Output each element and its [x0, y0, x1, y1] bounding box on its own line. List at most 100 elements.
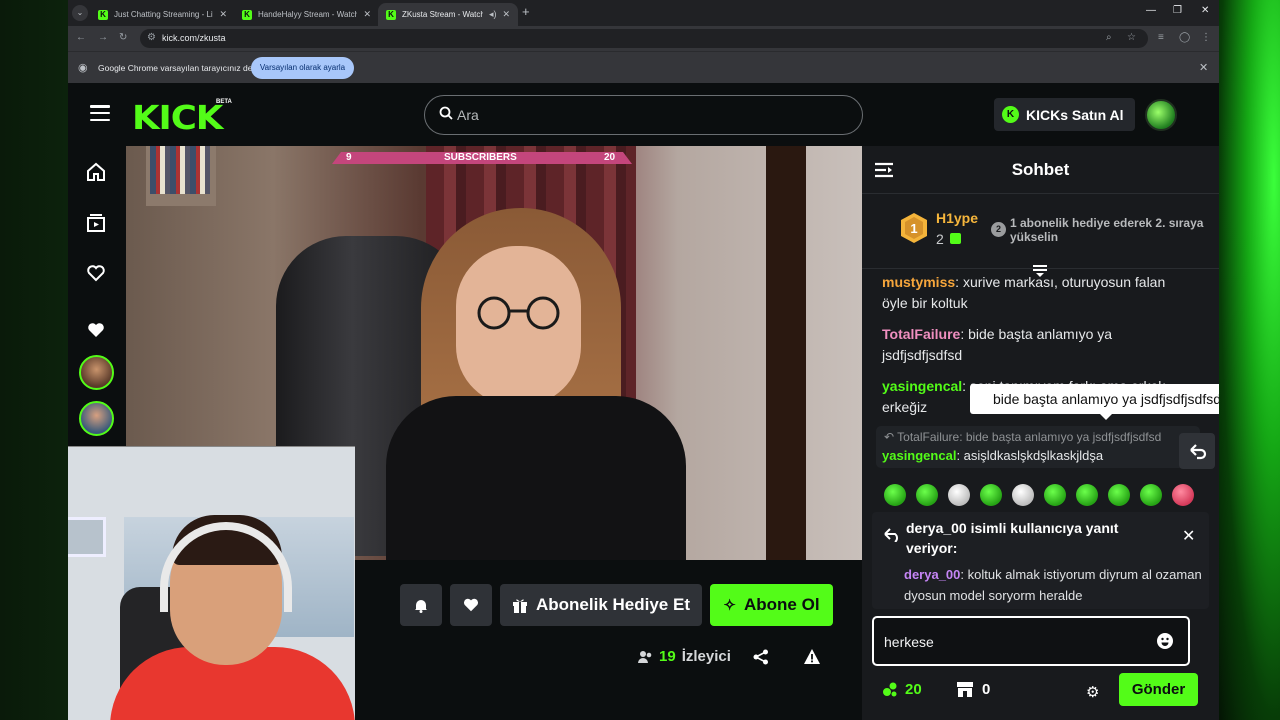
beta-badge: BETA [216, 99, 232, 105]
reply-reference-text: TotalFailure: bide başta anlamıyo ya jsd… [897, 430, 1162, 444]
gift-sub-button[interactable]: Abonelik Hediye Et [500, 584, 702, 626]
report-warning-icon[interactable] [803, 648, 821, 665]
webcam-window [68, 517, 106, 557]
site-info-icon[interactable]: ⚙ [147, 32, 156, 43]
follow-button[interactable] [450, 584, 492, 626]
kick-favicon-icon: K [242, 9, 252, 20]
zoom-icon[interactable]: ⌕ [1106, 32, 1112, 43]
sub-goal-current: 9 [346, 152, 352, 163]
search-bar[interactable] [424, 95, 863, 135]
channel-points[interactable]: 20 [882, 681, 922, 698]
forward-icon[interactable]: → [98, 32, 108, 43]
back-icon[interactable]: ← [76, 32, 86, 43]
search-icon [439, 106, 453, 120]
heart-icon [464, 598, 478, 612]
audio-icon[interactable]: ◂) [489, 9, 497, 20]
rank-two-badge: 2 [991, 222, 1006, 237]
send-button[interactable]: Gönder [1119, 673, 1198, 706]
emote-icon[interactable] [1076, 484, 1098, 506]
chat-username[interactable]: TotalFailure [882, 326, 960, 342]
replying-to-text: derya_00 isimli kullanıcıya yanıt veriyo… [906, 520, 1119, 556]
browse-icon[interactable] [86, 213, 106, 233]
tab-handehalyy[interactable]: K HandeHalyy Stream - Watch Li ✕ [234, 3, 379, 26]
url-field[interactable]: ⚙ kick.com/zkusta ⌕ ☆ [140, 29, 1148, 48]
leader-gift-count: 2 [936, 231, 944, 247]
close-tab-icon[interactable]: ✕ [502, 9, 510, 20]
emote-icon[interactable] [916, 484, 938, 506]
notification-bell-button[interactable] [400, 584, 442, 626]
reply-action-button[interactable] [1179, 433, 1215, 469]
channel-shop[interactable]: 0 [956, 681, 990, 698]
leader-username[interactable]: H1ype [936, 210, 978, 226]
bell-icon [415, 599, 427, 613]
search-input[interactable] [457, 103, 847, 127]
close-reply-icon[interactable]: ✕ [1182, 526, 1195, 546]
share-icon[interactable] [753, 649, 769, 665]
points-count: 20 [905, 681, 922, 698]
tab-zkusta[interactable]: K ZKusta Stream - Watch Live ◂) ✕ [378, 3, 518, 26]
infobar-text: Google Chrome varsayılan tarayıcınız değ… [98, 63, 261, 73]
reload-icon[interactable]: ↻ [119, 32, 127, 43]
chrome-icon: ◉ [78, 62, 88, 74]
chat-message[interactable]: mustymiss: xurive markası, oturuyosun fa… [882, 272, 1192, 314]
reply-message[interactable]: ↶ TotalFailure: bide başta anlamıyo ya j… [876, 426, 1200, 468]
tab-just-chatting[interactable]: K Just Chatting Streaming - Live ✕ [90, 3, 235, 26]
reply-message-body: yasingencal: asişldkaslşkdşlkaskjldşa [882, 448, 1104, 463]
emote-icon[interactable] [1108, 484, 1130, 506]
emote-icon[interactable] [1140, 484, 1162, 506]
profile-icon[interactable]: ◯ [1179, 32, 1190, 43]
close-tab-icon[interactable]: ✕ [363, 9, 371, 20]
restore-icon[interactable]: ❐ [1173, 5, 1182, 16]
kick-favicon-icon: K [98, 9, 108, 20]
set-default-button[interactable]: Varsayılan olarak ayarla [251, 57, 354, 79]
chat-username[interactable]: yasingencal [882, 378, 962, 394]
home-icon[interactable] [86, 162, 106, 182]
chat-settings-gear-icon[interactable]: ⚙ [1086, 683, 1099, 701]
close-infobar-icon[interactable]: ✕ [1199, 61, 1208, 74]
emote-icon[interactable] [884, 484, 906, 506]
emote-icon[interactable] [980, 484, 1002, 506]
webcam-overlay [68, 446, 355, 720]
chat-input-box[interactable] [872, 616, 1190, 666]
subscribe-label: Abone Ol [744, 595, 820, 614]
followed-heart-icon [88, 323, 104, 337]
emoji-picker-icon[interactable] [1157, 633, 1173, 649]
sparkle-icon: ✧ [723, 597, 736, 614]
user-avatar[interactable] [1145, 99, 1177, 131]
tab-title: Just Chatting Streaming - Live [114, 10, 214, 19]
subscribe-button[interactable]: ✧ Abone Ol [710, 584, 833, 626]
minimize-icon[interactable]: — [1146, 5, 1156, 16]
tab-title: ZKusta Stream - Watch Live [402, 10, 483, 19]
emote-icon[interactable] [1044, 484, 1066, 506]
kick-favicon-icon: K [386, 9, 396, 20]
tab-search-icon[interactable]: ⌄ [72, 5, 88, 21]
kick-logo[interactable]: KICK [132, 98, 223, 137]
reply-target-username[interactable]: derya_00 [904, 567, 960, 582]
reply-icon [884, 528, 898, 542]
gift-leaderboard: 1 H1ype 2 2 1 abonelik hediye ederek 2. … [862, 193, 1219, 269]
chat-message[interactable]: TotalFailure: bide başta anlamıyo ya jsd… [882, 324, 1192, 366]
chat-username[interactable]: mustymiss [882, 274, 955, 290]
emote-icon[interactable] [1172, 484, 1194, 506]
tab-strip: ⌄ K Just Chatting Streaming - Live ✕ K H… [68, 0, 1219, 26]
media-icon[interactable]: ≡ [1158, 32, 1164, 43]
chrome-menu-icon[interactable]: ⋮ [1201, 32, 1211, 43]
emote-icon[interactable] [948, 484, 970, 506]
emote-icon[interactable] [1012, 484, 1034, 506]
gift-icon [513, 599, 527, 613]
rank-number: 1 [910, 221, 917, 236]
video-door-frame [766, 146, 806, 560]
new-tab-button[interactable]: + [522, 4, 530, 19]
close-tab-icon[interactable]: ✕ [219, 9, 227, 20]
buy-kicks-button[interactable]: K KICKs Satın Al [994, 98, 1135, 131]
chat-username[interactable]: yasingencal [882, 448, 956, 463]
bookmark-star-icon[interactable]: ☆ [1127, 32, 1136, 43]
outer-background-left [0, 0, 68, 720]
menu-icon[interactable] [90, 105, 110, 122]
close-window-icon[interactable]: ✕ [1201, 5, 1209, 16]
followed-channel-avatar[interactable] [79, 401, 114, 436]
chat-input[interactable] [884, 631, 1144, 653]
following-heart-icon[interactable] [86, 263, 106, 283]
reply-context-box: derya_00 isimli kullanıcıya yanıt veriyo… [872, 512, 1209, 609]
followed-channel-avatar[interactable] [79, 355, 114, 390]
